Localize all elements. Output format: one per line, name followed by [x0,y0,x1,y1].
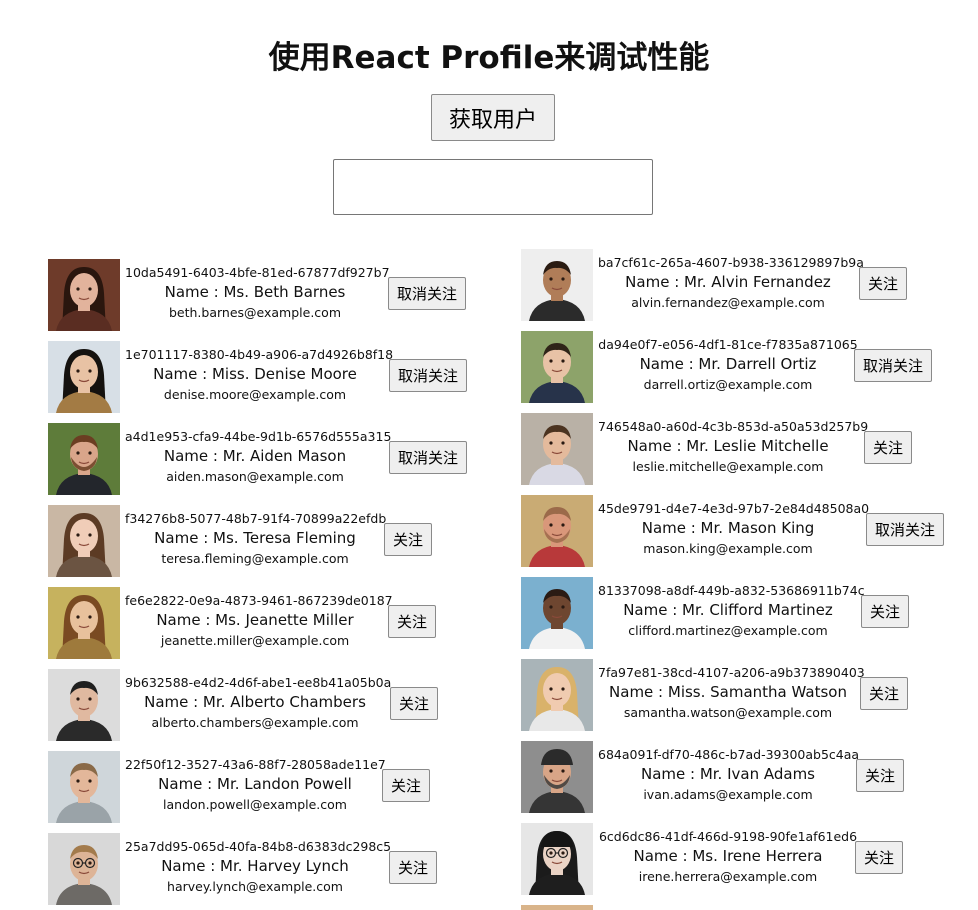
user-email: clifford.martinez@example.com [628,623,828,638]
user-name: Name : Miss. Samantha Watson [609,683,847,701]
follow-button[interactable]: 关注 [864,431,913,464]
user-card: 6cd6dc86-41df-466d-9198-90fe1af61ed6 Name… [0,823,978,901]
user-email: irene.herrera@example.com [638,869,818,884]
follow-button[interactable]: 关注 [860,677,909,710]
user-email: darrell.ortiz@example.com [643,377,813,392]
user-id: 684a091f-df70-486c-b7ad-39300ab5c4aa [598,747,860,762]
user-name: Name : Mr. Leslie Mitchelle [627,437,829,455]
user-avatar [521,249,593,321]
user-card: da94e0f7-e056-4df1-81ce-f7835a871065 Name… [0,331,978,409]
user-info: da94e0f7-e056-4df1-81ce-f7835a871065 Name… [598,337,858,395]
user-avatar [521,495,593,567]
user-avatar [521,659,593,731]
user-id: da94e0f7-e056-4df1-81ce-f7835a871065 [598,337,858,352]
fetch-users-button[interactable]: 获取用户 [431,94,555,141]
user-id: 746548a0-a60d-4c3b-853d-a50a53d257b9 [598,419,869,434]
unfollow-button[interactable]: 取消关注 [866,513,945,546]
follow-button[interactable]: 关注 [859,267,908,300]
user-id: 45de9791-d4e7-4e3d-97b7-2e84d48508a0 [598,501,870,516]
user-email: leslie.mitchelle@example.com [632,459,824,474]
user-info: 45de9791-d4e7-4e3d-97b7-2e84d48508a0 Name… [598,501,870,559]
user-avatar [521,823,593,895]
user-card: 81337098-a8df-449b-a832-53686911b74c Name… [0,577,978,655]
next-user-avatar-partial [521,905,593,910]
user-name: Name : Mr. Alvin Fernandez [625,273,831,291]
user-name: Name : Mr. Ivan Adams [640,765,816,783]
page-title: 使用React Profile来调试性能 [268,40,710,76]
user-email: samantha.watson@example.com [623,705,833,720]
user-avatar [521,577,593,649]
user-info: 81337098-a8df-449b-a832-53686911b74c Name… [598,583,865,641]
profile-page: 使用React Profile来调试性能 获取用户 10da5491-6403-… [0,0,978,910]
user-id: 81337098-a8df-449b-a832-53686911b74c [598,583,865,598]
user-info: 7fa97e81-38cd-4107-a206-a9b373890403 Name… [598,665,865,723]
user-info: 746548a0-a60d-4c3b-853d-a50a53d257b9 Name… [598,419,869,477]
user-card: 684a091f-df70-486c-b7ad-39300ab5c4aa Name… [0,741,978,819]
user-email: alvin.fernandez@example.com [631,295,825,310]
user-avatar [521,331,593,403]
user-avatar [521,413,593,485]
user-name: Name : Mr. Clifford Martinez [623,601,833,619]
user-info: ba7cf61c-265a-4607-b938-336129897b9a Name… [598,255,864,313]
user-id: ba7cf61c-265a-4607-b938-336129897b9a [598,255,864,270]
user-name: Name : Mr. Mason King [641,519,815,537]
unfollow-button[interactable]: 取消关注 [854,349,933,382]
search-input[interactable] [333,159,653,215]
user-info: 6cd6dc86-41df-466d-9198-90fe1af61ed6 Name… [598,829,858,887]
follow-button[interactable]: 关注 [861,595,910,628]
user-card: 45de9791-d4e7-4e3d-97b7-2e84d48508a0 Name… [0,495,978,573]
user-card: 7fa97e81-38cd-4107-a206-a9b373890403 Name… [0,659,978,737]
user-name: Name : Ms. Irene Herrera [633,847,823,865]
follow-button[interactable]: 关注 [856,759,905,792]
user-info: 684a091f-df70-486c-b7ad-39300ab5c4aa Name… [598,747,860,805]
user-email: ivan.adams@example.com [643,787,813,802]
user-id: 6cd6dc86-41df-466d-9198-90fe1af61ed6 [598,829,858,844]
user-email: mason.king@example.com [643,541,813,556]
user-card: 746548a0-a60d-4c3b-853d-a50a53d257b9 Name… [0,413,978,491]
user-card: ba7cf61c-265a-4607-b938-336129897b9a Name… [0,249,978,327]
user-id: 7fa97e81-38cd-4107-a206-a9b373890403 [598,665,865,680]
user-name: Name : Mr. Darrell Ortiz [639,355,817,373]
follow-button[interactable]: 关注 [855,841,904,874]
user-avatar [521,741,593,813]
